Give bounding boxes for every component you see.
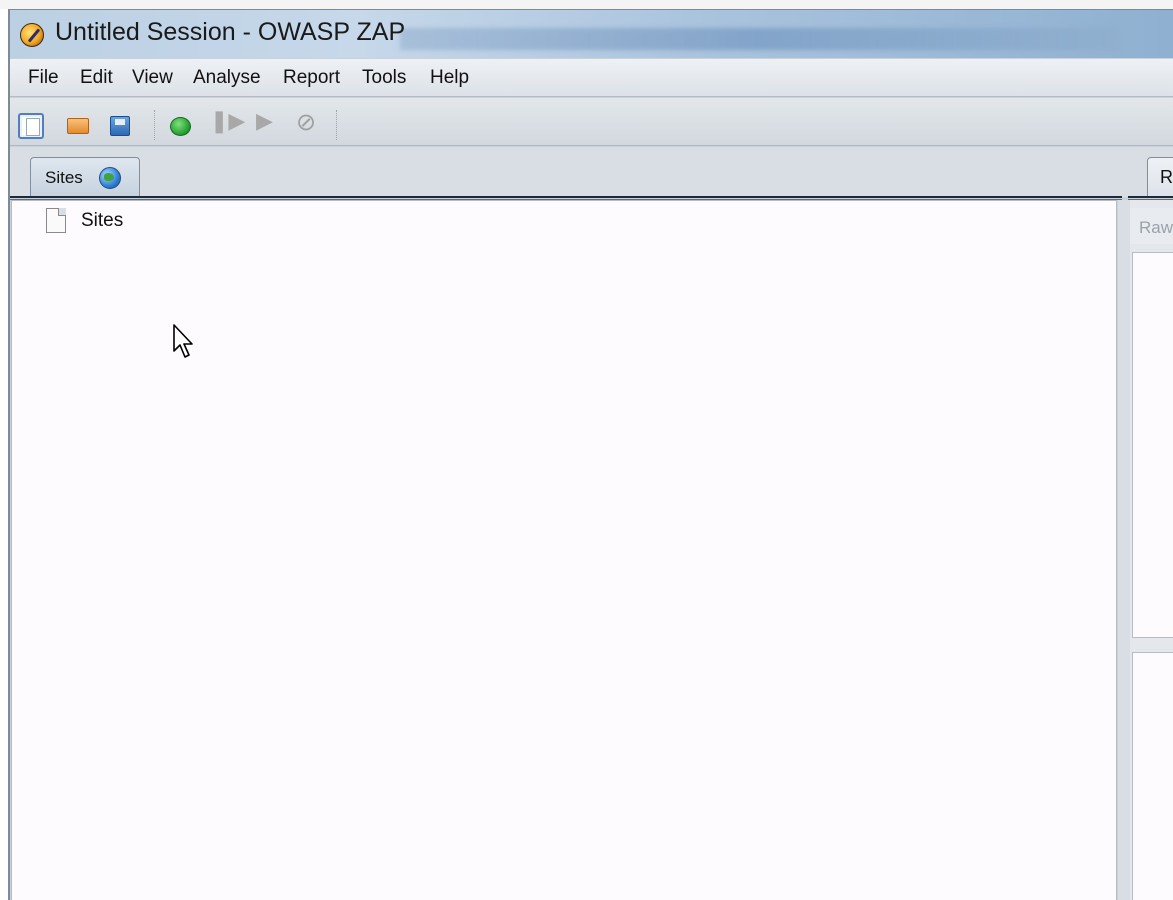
app-window: Untitled Session - OWASP ZAP File Edit V… xyxy=(8,9,1173,900)
play-icon[interactable]: ▶ xyxy=(256,109,282,135)
tab-sites-label: Sites xyxy=(45,168,83,187)
tabs-row: Sites R xyxy=(10,147,1173,197)
menu-analyse[interactable]: Analyse xyxy=(193,67,261,89)
menu-help[interactable]: Help xyxy=(430,67,469,89)
request-pane: Raw xyxy=(1130,200,1173,900)
menu-tools[interactable]: Tools xyxy=(362,67,406,89)
mouse-cursor-icon xyxy=(173,324,193,358)
title-bar-glass xyxy=(400,28,1120,50)
new-session-icon[interactable] xyxy=(18,113,44,139)
stop-icon[interactable]: ⊘ xyxy=(296,108,322,136)
toolbar-separator xyxy=(154,110,156,140)
globe-icon xyxy=(99,167,121,189)
tab-request[interactable]: R xyxy=(1147,157,1173,197)
menu-bar: File Edit View Analyse Report Tools Help xyxy=(10,59,1173,97)
folder-shape xyxy=(67,118,89,134)
window-title: Untitled Session - OWASP ZAP xyxy=(55,18,406,46)
tab-request-label: R xyxy=(1160,167,1173,187)
request-body-panel[interactable] xyxy=(1132,652,1173,900)
page-icon xyxy=(46,208,66,233)
tree-node-label: Sites xyxy=(81,210,124,231)
zap-app-icon xyxy=(20,23,44,47)
desktop-strip xyxy=(0,0,1173,9)
open-session-icon[interactable] xyxy=(66,113,92,139)
request-view-toolbar: Raw xyxy=(1130,208,1173,244)
request-header-panel[interactable] xyxy=(1132,252,1173,638)
tab-sites[interactable]: Sites xyxy=(30,157,140,197)
menu-edit[interactable]: Edit xyxy=(80,67,113,89)
pane-splitter[interactable] xyxy=(1118,200,1130,900)
title-bar[interactable]: Untitled Session - OWASP ZAP xyxy=(10,10,1173,58)
green-dot xyxy=(170,117,191,136)
menu-report[interactable]: Report xyxy=(283,67,340,89)
start-icon[interactable] xyxy=(168,113,194,139)
disk-shape xyxy=(110,116,130,136)
toolbar-separator xyxy=(336,110,338,140)
raw-view-button[interactable]: Raw xyxy=(1139,218,1173,238)
menu-view[interactable]: View xyxy=(132,67,173,89)
menu-file[interactable]: File xyxy=(28,67,59,89)
step-icon[interactable]: ❚▶ xyxy=(210,109,245,135)
sites-tree-pane[interactable]: Sites xyxy=(11,200,1117,900)
save-session-icon[interactable] xyxy=(108,113,134,139)
main-toolbar: ❚▶ ▶ ⊘ xyxy=(10,98,1173,146)
